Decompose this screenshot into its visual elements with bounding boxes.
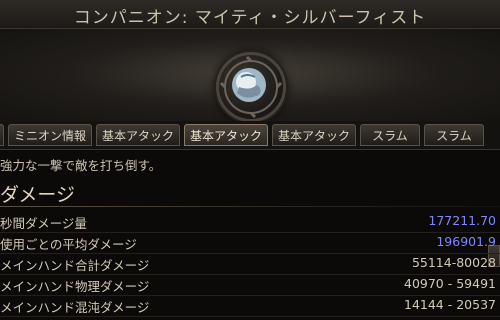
stat-row-mainhand-physical: メインハンド物理ダメージ 40970 - 59491 — [0, 274, 500, 296]
tab-basic-attack-1[interactable]: 基本アタック — [96, 124, 180, 146]
stat-label: メインハンド物理ダメージ — [0, 279, 150, 294]
tab-slam-1[interactable]: スラム — [360, 124, 420, 146]
fist-emblem-icon — [216, 52, 286, 122]
window-title: コンパニオン: マイティ・シルバーフィスト — [73, 8, 427, 28]
stat-label: 秒間ダメージ量 — [0, 216, 87, 231]
damage-section-title: ダメージ — [0, 184, 76, 206]
window-title-bar: コンパニオン: マイティ・シルバーフィスト — [0, 0, 500, 29]
stat-label: メインハンド混沌ダメージ — [0, 300, 150, 315]
stat-row-avg-damage: 使用ごとの平均ダメージ 196901.9 — [0, 232, 500, 254]
stat-row-mainhand-chaos: メインハンド混沌ダメージ 14144 - 20537 — [0, 295, 500, 317]
stat-row-dps: 秒間ダメージ量 177211.70 — [0, 211, 500, 233]
ability-description: 強力な一撃で敵を打ち倒す。 — [0, 158, 162, 173]
tab-overflow-left[interactable] — [0, 124, 4, 146]
tab-basic-attack-2[interactable]: 基本アタック — [184, 124, 268, 146]
stat-value: 55114-80028 — [411, 255, 496, 270]
companion-header — [0, 29, 500, 122]
tab-basic-attack-3[interactable]: 基本アタック — [272, 124, 356, 146]
section-divider — [0, 206, 500, 207]
stat-row-mainhand-total: メインハンド合計ダメージ 55114-80028 — [0, 253, 500, 275]
stat-value: 177211.70 — [428, 213, 496, 228]
tab-slam-2[interactable]: スラム — [424, 124, 484, 146]
tab-minion-info[interactable]: ミニオン情報 — [8, 124, 92, 146]
stat-label: 使用ごとの平均ダメージ — [0, 237, 137, 252]
stat-value: 40970 - 59491 — [404, 276, 496, 291]
stat-value: 196901.9 — [436, 234, 496, 249]
stat-value: 14144 - 20537 — [404, 297, 496, 312]
ability-tab-bar: ミニオン情報 基本アタック 基本アタック 基本アタック スラム スラム — [0, 121, 500, 267]
stat-label: メインハンド合計ダメージ — [0, 258, 150, 273]
